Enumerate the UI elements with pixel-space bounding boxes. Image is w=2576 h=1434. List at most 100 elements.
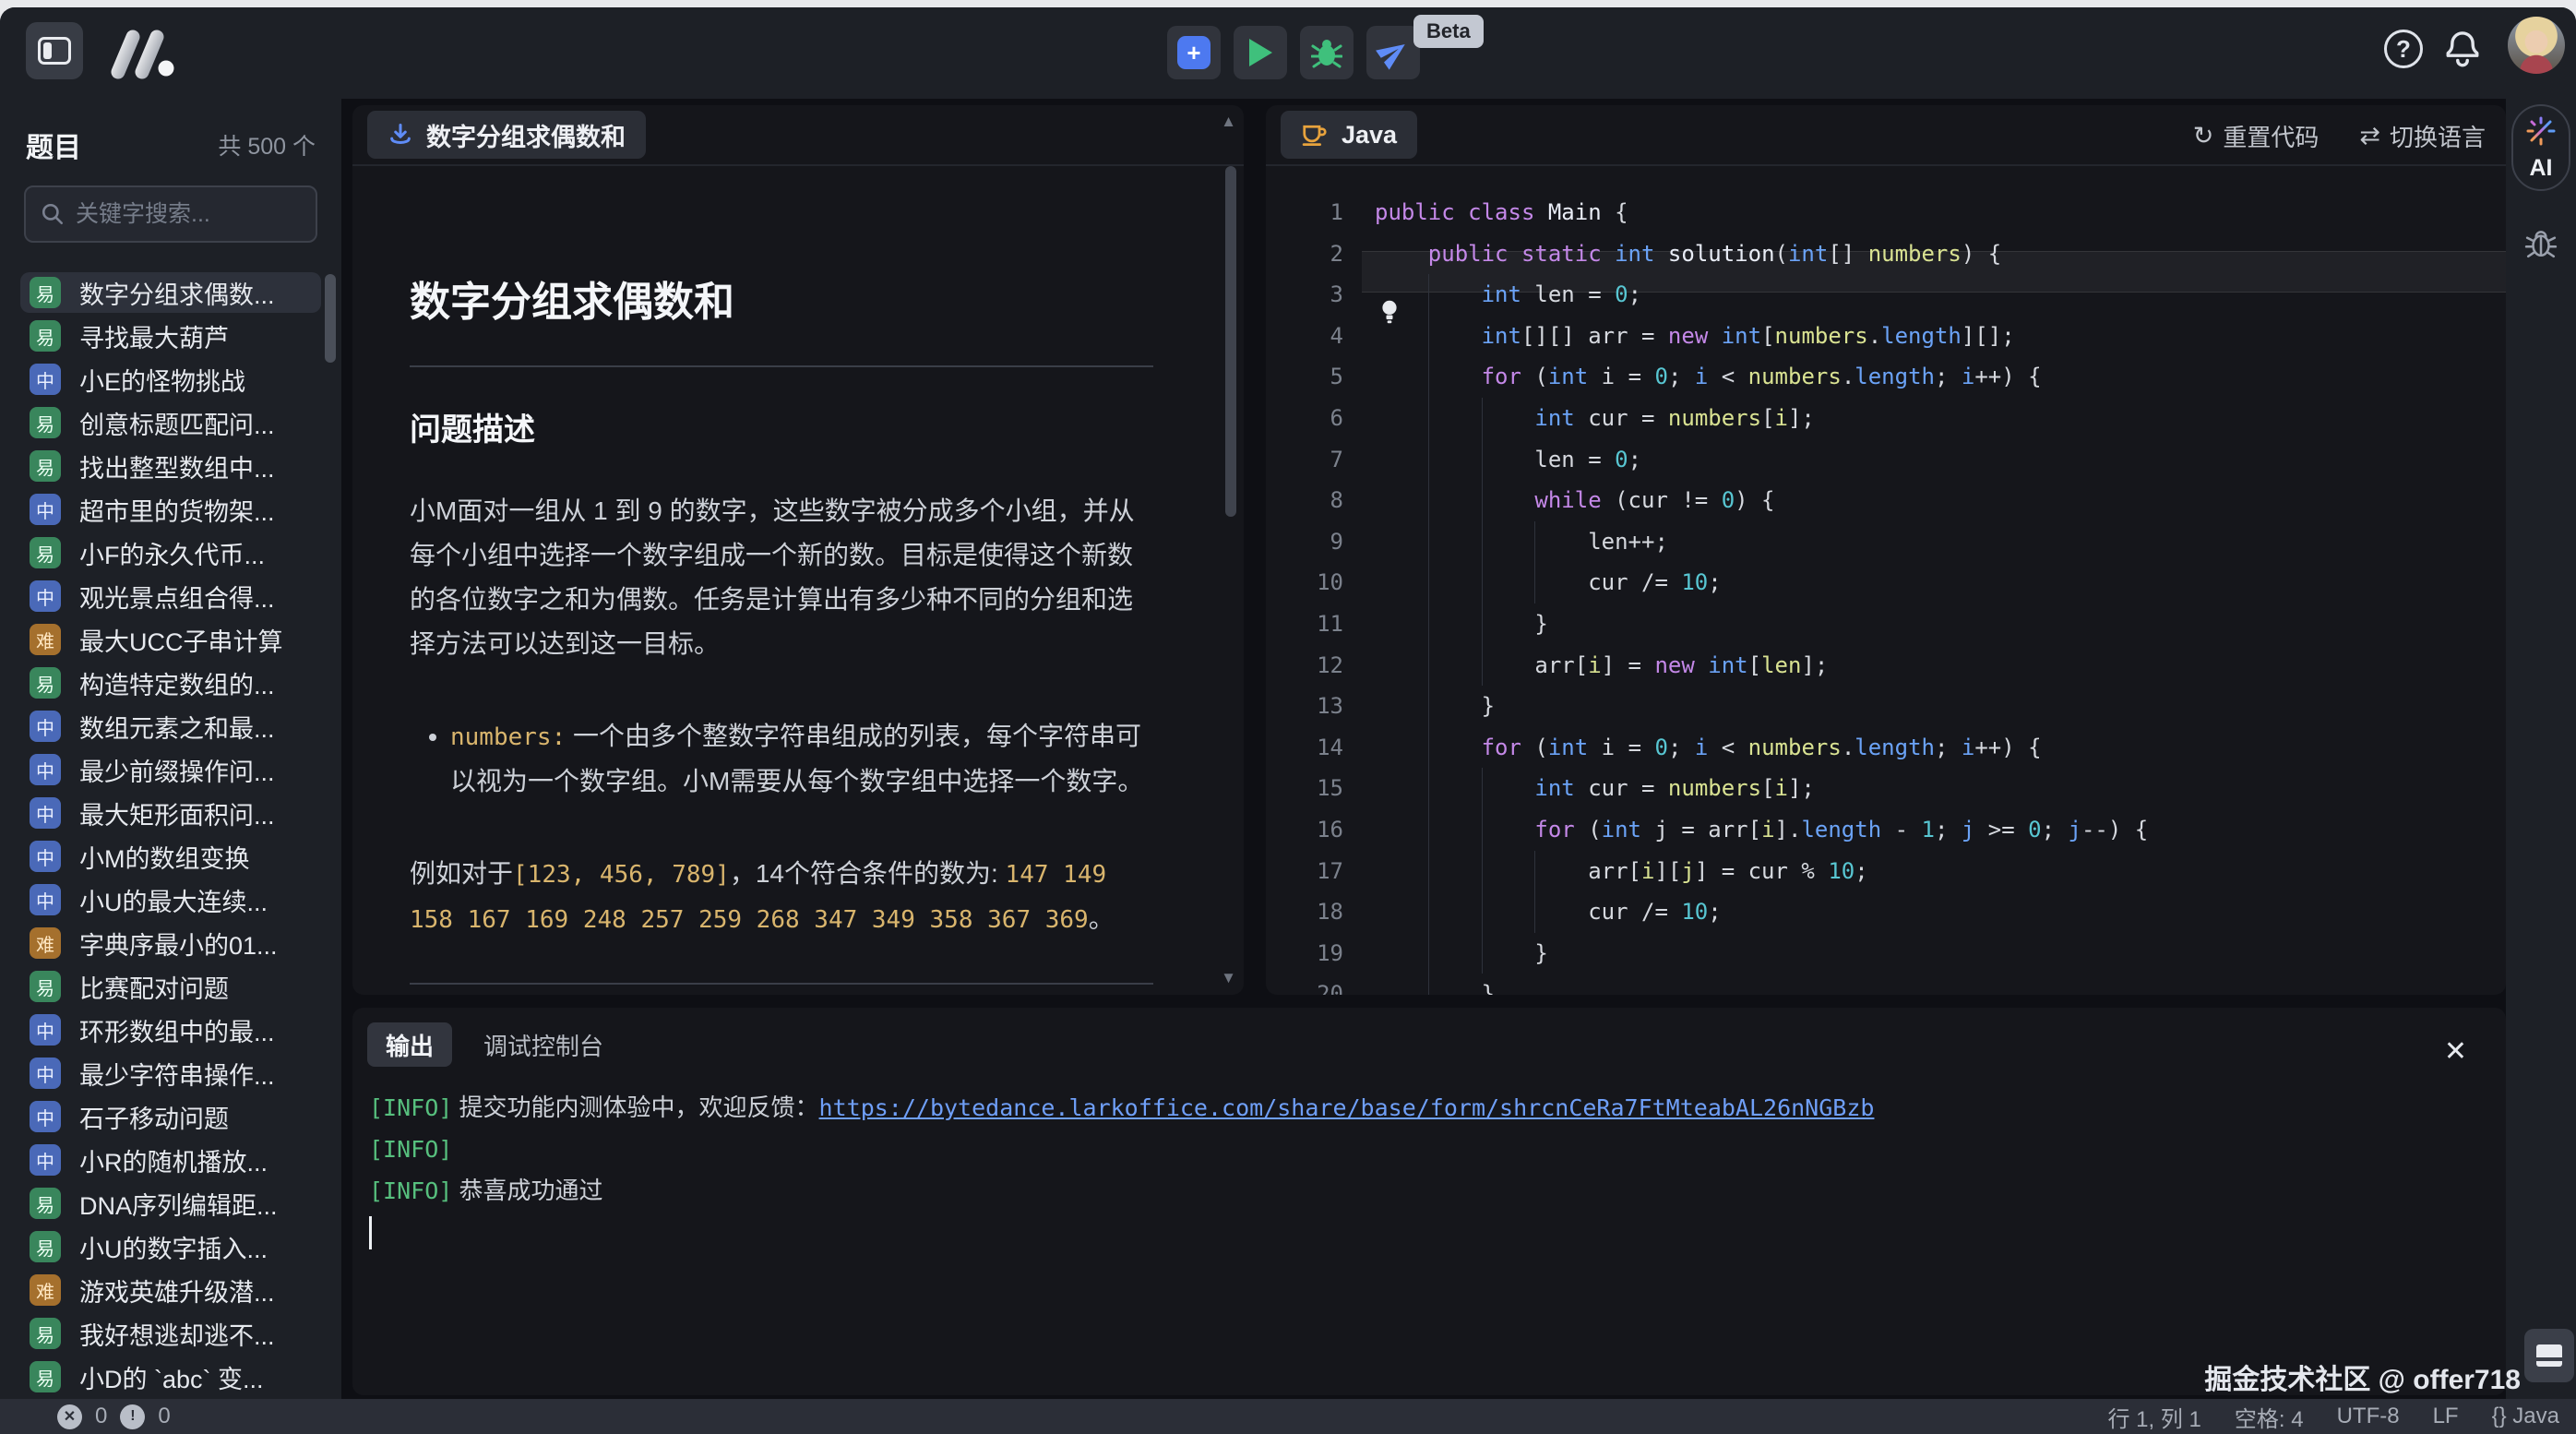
- scroll-down-arrow[interactable]: ▼: [1221, 969, 1236, 987]
- toggle-bottom-panel-button[interactable]: [2524, 1329, 2574, 1382]
- code-line[interactable]: for (int i = 0; i < numbers.length; i++)…: [1375, 356, 2506, 398]
- code-line[interactable]: public static int solution(int[] numbers…: [1375, 233, 2506, 275]
- feedback-link[interactable]: https://bytedance.larkoffice.com/share/b…: [819, 1094, 1875, 1121]
- problem-list-item[interactable]: 易小F的永久代币...: [20, 532, 321, 573]
- problem-list-item[interactable]: 易DNA序列编辑距...: [20, 1183, 321, 1224]
- ai-assistant-button[interactable]: AI: [2511, 104, 2570, 191]
- submit-button[interactable]: [1366, 26, 1420, 79]
- problem-list-item[interactable]: 易创意标题匹配问...: [20, 402, 321, 443]
- help-button[interactable]: ?: [2384, 30, 2423, 68]
- statusbar-item[interactable]: 行 1, 列 1: [2108, 1401, 2201, 1433]
- switch-language-button[interactable]: ⇄ 切换语言: [2359, 119, 2486, 153]
- search-input[interactable]: [76, 201, 288, 228]
- code-line[interactable]: int len = 0;: [1375, 274, 2506, 316]
- beta-badge: Beta: [1413, 15, 1484, 48]
- problem-list-item[interactable]: 中环形数组中的最...: [20, 1010, 321, 1050]
- errors-icon[interactable]: ✕: [57, 1404, 82, 1429]
- problem-list-item[interactable]: 中超市里的货物架...: [20, 489, 321, 530]
- problem-list-item[interactable]: 易比赛配对问题: [20, 966, 321, 1007]
- line-number: 18: [1266, 891, 1343, 933]
- code-line[interactable]: int cur = numbers[i];: [1375, 768, 2506, 809]
- sidebar-toggle-button[interactable]: [26, 22, 83, 79]
- code-line[interactable]: int cur = numbers[i];: [1375, 398, 2506, 439]
- problem-list-item[interactable]: 易找出整型数组中...: [20, 446, 321, 486]
- code-line[interactable]: for (int i = 0; i < numbers.length; i++)…: [1375, 727, 2506, 769]
- problem-list-item[interactable]: 中观光景点组合得...: [20, 576, 321, 616]
- line-number: 5: [1266, 356, 1343, 398]
- problem-list-item[interactable]: 易我好想逃却逃不...: [20, 1313, 321, 1354]
- code-editor: 1234567891011121314151617181920 public c…: [1266, 164, 2506, 995]
- difficulty-badge: 难: [30, 624, 61, 655]
- code-line[interactable]: while (cur != 0) {: [1375, 480, 2506, 521]
- problem-list-item[interactable]: 中小U的最大连续...: [20, 879, 321, 920]
- problem-list-item[interactable]: 中石子移动问题: [20, 1096, 321, 1137]
- difficulty-badge: 易: [30, 277, 61, 308]
- problem-list-item[interactable]: 中小R的随机播放...: [20, 1140, 321, 1180]
- problem-list-item[interactable]: 中小M的数组变换: [20, 836, 321, 877]
- problem-list-item[interactable]: 中最大矩形面积问...: [20, 793, 321, 833]
- line-number: 17: [1266, 851, 1343, 892]
- problem-list-item[interactable]: 中小E的怪物挑战: [20, 359, 321, 400]
- code-line[interactable]: public class Main {: [1375, 192, 2506, 233]
- problem-label: 构造特定数组的...: [79, 665, 275, 701]
- divider: [352, 164, 1244, 166]
- problem-list-item[interactable]: 难最大UCC子串计算: [20, 619, 321, 660]
- code-line[interactable]: len++;: [1375, 521, 2506, 563]
- problem-label: 字典序最小的01...: [79, 926, 278, 962]
- statusbar-item[interactable]: {} Java: [2492, 1404, 2559, 1429]
- app-window: + Beta ?: [0, 7, 2576, 1434]
- debug-rail-button[interactable]: [2524, 226, 2558, 264]
- problem-list-item[interactable]: 易数字分组求偶数...: [20, 272, 321, 313]
- lightbulb-icon[interactable]: [1378, 299, 1401, 329]
- code-line[interactable]: len = 0;: [1375, 439, 2506, 481]
- problem-label: 寻找最大葫芦: [79, 318, 229, 354]
- code-line[interactable]: cur /= 10;: [1375, 562, 2506, 603]
- problem-list-item[interactable]: 易寻找最大葫芦: [20, 316, 321, 356]
- problem-list-item[interactable]: 易小D的 `abc` 变...: [20, 1356, 321, 1397]
- tab-output[interactable]: 输出: [367, 1022, 452, 1067]
- language-tab[interactable]: Java: [1281, 111, 1417, 159]
- warnings-icon[interactable]: !: [120, 1404, 145, 1429]
- problem-list-item[interactable]: 中最少前缀操作问...: [20, 749, 321, 790]
- code-line[interactable]: for (int j = arr[i].length - 1; j >= 0; …: [1375, 809, 2506, 851]
- bell-icon: [2443, 26, 2482, 68]
- line-number: 3: [1266, 274, 1343, 316]
- tab-debug-console[interactable]: 调试控制台: [483, 1028, 603, 1062]
- close-output-button[interactable]: ✕: [2444, 1035, 2467, 1068]
- code-line[interactable]: int[][] arr = new int[numbers.length][];: [1375, 316, 2506, 357]
- marscode-logo: [107, 26, 181, 84]
- line-number: 2: [1266, 233, 1343, 275]
- problem-list-item[interactable]: 难游戏英雄升级潜...: [20, 1270, 321, 1310]
- problem-list-item[interactable]: 难字典序最小的01...: [20, 923, 321, 963]
- code-line[interactable]: }: [1375, 933, 2506, 974]
- add-test-button[interactable]: +: [1167, 26, 1221, 79]
- problem-label: 游戏英雄升级潜...: [79, 1273, 275, 1309]
- sidebar-scrollbar-thumb[interactable]: [325, 274, 336, 363]
- debug-button[interactable]: [1300, 26, 1354, 79]
- problem-list-item[interactable]: 易构造特定数组的...: [20, 663, 321, 703]
- reset-code-button[interactable]: ↻ 重置代码: [2193, 119, 2320, 153]
- difficulty-badge: 中: [30, 841, 61, 872]
- difficulty-badge: 易: [30, 1188, 61, 1219]
- problem-list-item[interactable]: 易小U的数字插入...: [20, 1226, 321, 1267]
- statusbar-item[interactable]: UTF-8: [2337, 1404, 2400, 1429]
- code-line[interactable]: }: [1375, 974, 2506, 995]
- code-line[interactable]: }: [1375, 603, 2506, 645]
- code-line[interactable]: }: [1375, 686, 2506, 727]
- user-avatar[interactable]: [2508, 17, 2565, 74]
- bug-icon: [1311, 37, 1342, 68]
- description-scrollbar-thumb[interactable]: [1225, 166, 1236, 517]
- run-button[interactable]: [1234, 26, 1287, 79]
- editor-code-lines[interactable]: public class Main {public static int sol…: [1375, 164, 2506, 995]
- problem-list-item[interactable]: 中数组元素之和最...: [20, 706, 321, 747]
- line-number: 8: [1266, 480, 1343, 521]
- code-line[interactable]: cur /= 10;: [1375, 891, 2506, 933]
- code-line[interactable]: arr[i][j] = cur % 10;: [1375, 851, 2506, 892]
- statusbar-item[interactable]: 空格: 4: [2235, 1401, 2304, 1433]
- notifications-button[interactable]: [2443, 26, 2482, 73]
- problem-list-item[interactable]: 中最少字符串操作...: [20, 1053, 321, 1093]
- code-line[interactable]: arr[i] = new int[len];: [1375, 645, 2506, 687]
- scroll-up-arrow[interactable]: ▲: [1221, 113, 1236, 131]
- problem-tab[interactable]: 数字分组求偶数和: [367, 111, 646, 159]
- statusbar-item[interactable]: LF: [2433, 1404, 2459, 1429]
